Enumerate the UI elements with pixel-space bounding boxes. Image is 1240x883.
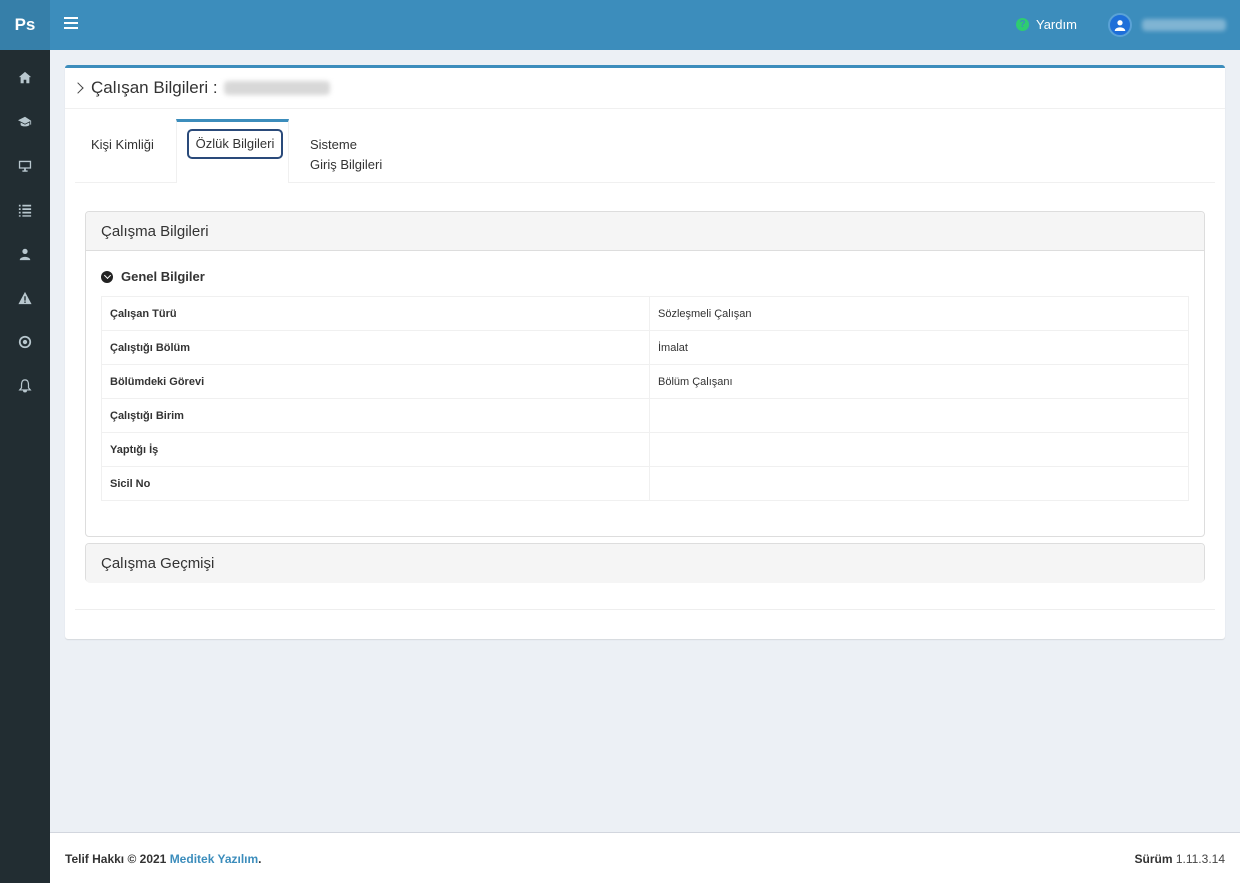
work-info-panel-header[interactable]: Çalışma Bilgileri [86, 212, 1204, 251]
version-label: Sürüm [1134, 852, 1173, 866]
tab-identity-label: Kişi Kimliği [91, 137, 154, 152]
version-number: 1.11.3.14 [1175, 852, 1225, 866]
sidebar-item-home[interactable] [0, 56, 50, 100]
table-row: Bölümdeki Görevi Bölüm Çalışanı [101, 364, 1189, 399]
sidebar-item-users[interactable] [0, 232, 50, 276]
row-value: Bölüm Çalışanı [649, 364, 1189, 399]
table-row: Çalıştığı Bölüm İmalat [101, 330, 1189, 365]
tab-personnel-info-label: Özlük Bilgileri [195, 136, 275, 151]
sidebar-item-notifications[interactable] [0, 364, 50, 408]
monitor-icon [18, 160, 32, 172]
table-row: Çalışan Türü Sözleşmeli Çalışan [101, 296, 1189, 331]
row-label: Çalıştığı Birim [101, 398, 650, 433]
user-icon [1108, 13, 1132, 37]
row-value [649, 432, 1189, 467]
chevron-circle-down-icon [101, 270, 113, 283]
page-title: Çalışan Bilgileri : [91, 78, 218, 97]
version-info: Sürüm 1.11.3.14 [1134, 852, 1225, 866]
divider [75, 609, 1215, 610]
brand-logo[interactable]: Ps [0, 0, 50, 50]
bell-icon [18, 379, 32, 393]
work-info-panel: Çalışma Bilgileri Genel Bilgiler Çalışan… [85, 211, 1205, 537]
tab-personnel-info-focus: Özlük Bilgileri [187, 129, 283, 159]
top-navbar: ? Yardım [50, 0, 1240, 50]
box-header: Çalışan Bilgileri : [65, 68, 1225, 109]
chevron-right-icon [72, 82, 84, 94]
table-row: Çalıştığı Birim [101, 398, 1189, 433]
general-info-title: Genel Bilgiler [121, 269, 205, 284]
target-icon [18, 335, 32, 349]
page-footer: Telif Hakkı © 2021 Meditek Yazılım. Sürü… [50, 832, 1240, 883]
tab-login-info-label-2: Giriş Bilgileri [310, 157, 383, 172]
user-menu[interactable] [1108, 13, 1226, 37]
help-link[interactable]: ? Yardım [1016, 17, 1077, 32]
tab-personnel-info[interactable]: Özlük Bilgileri [176, 119, 289, 183]
sidebar-item-target[interactable] [0, 320, 50, 364]
row-value: İmalat [649, 330, 1189, 365]
table-row: Yaptığı İş [101, 432, 1189, 467]
general-info-toggle[interactable]: Genel Bilgiler [101, 269, 205, 284]
work-history-panel: Çalışma Geçmişi [85, 543, 1205, 583]
row-label: Bölümdeki Görevi [101, 364, 650, 399]
employee-info-box: Çalışan Bilgileri : Kişi Kimliği Özlük B… [65, 65, 1225, 639]
copyright: Telif Hakkı © 2021 Meditek Yazılım. [65, 852, 262, 866]
copyright-period: . [258, 852, 262, 866]
row-label: Çalıştığı Bölüm [101, 330, 650, 365]
warning-icon [18, 291, 32, 305]
row-value [649, 466, 1189, 501]
row-label: Çalışan Türü [101, 296, 650, 331]
tab-login-info[interactable]: Sisteme Giriş Bilgileri [310, 135, 382, 175]
users-icon [19, 248, 31, 261]
sidebar-item-education[interactable] [0, 100, 50, 144]
work-info-panel-title: Çalışma Bilgileri [101, 222, 209, 240]
sidebar-item-warnings[interactable] [0, 276, 50, 320]
work-history-panel-header[interactable]: Çalışma Geçmişi [86, 544, 1204, 583]
row-value [649, 398, 1189, 433]
question-circle-icon: ? [1016, 18, 1029, 31]
logo-text: Ps [14, 15, 36, 34]
graduation-cap-icon [18, 116, 32, 127]
menu-toggle-icon[interactable] [64, 17, 78, 31]
employee-name-redacted [223, 81, 330, 95]
tab-login-info-label-1: Sisteme [310, 137, 357, 152]
general-info-table: Çalışan Türü Sözleşmeli Çalışan Çalıştığ… [101, 296, 1189, 501]
home-icon [18, 71, 32, 84]
sidebar: Ps [0, 0, 50, 883]
work-history-panel-title: Çalışma Geçmişi [101, 555, 215, 572]
row-value: Sözleşmeli Çalışan [649, 296, 1189, 331]
company-link[interactable]: Meditek Yazılım [170, 852, 258, 866]
table-row: Sicil No [101, 466, 1189, 501]
tab-identity[interactable]: Kişi Kimliği [91, 135, 154, 155]
list-icon [18, 204, 32, 217]
row-label: Sicil No [101, 466, 650, 501]
copyright-prefix: Telif Hakkı © 2021 [65, 852, 167, 866]
tab-bar: Kişi Kimliği Özlük Bilgileri Sisteme Gir… [75, 119, 1215, 183]
user-name-redacted [1142, 19, 1226, 31]
sidebar-item-list[interactable] [0, 188, 50, 232]
row-label: Yaptığı İş [101, 432, 650, 467]
help-label: Yardım [1036, 17, 1077, 32]
sidebar-item-monitor[interactable] [0, 144, 50, 188]
